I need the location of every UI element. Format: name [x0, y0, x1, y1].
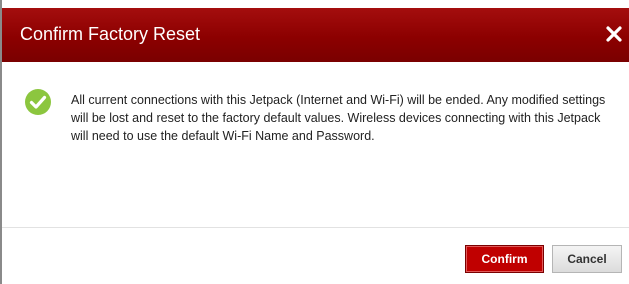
- close-icon[interactable]: [605, 25, 623, 43]
- dialog-titlebar: Confirm Factory Reset: [2, 8, 629, 62]
- confirm-button[interactable]: Confirm: [465, 245, 544, 273]
- dialog-body: All current connections with this Jetpac…: [2, 62, 629, 227]
- check-circle-icon: [24, 88, 52, 116]
- cancel-button[interactable]: Cancel: [552, 245, 622, 273]
- dialog-message: All current connections with this Jetpac…: [71, 93, 606, 143]
- dialog-footer: Confirm Cancel: [2, 228, 629, 284]
- dialog-title: Confirm Factory Reset: [20, 24, 201, 44]
- factory-reset-dialog: Confirm Factory Reset All current connec…: [0, 0, 629, 284]
